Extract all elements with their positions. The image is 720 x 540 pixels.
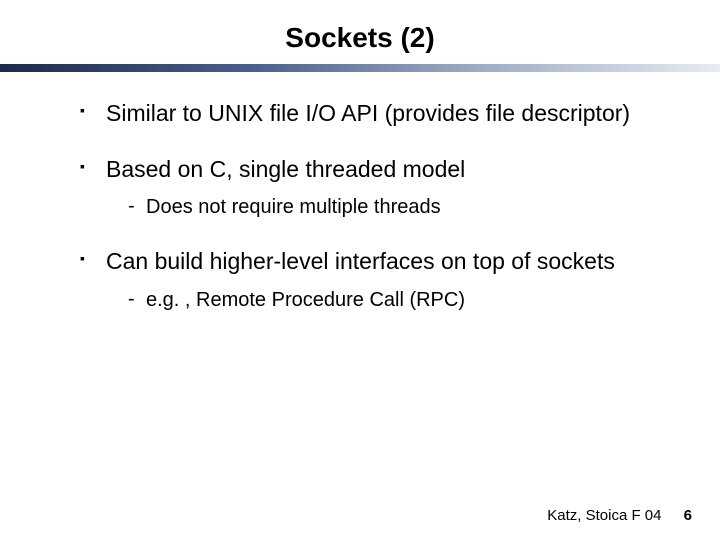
- footer-credit: Katz, Stoica F 04: [547, 507, 661, 524]
- footer: Katz, Stoica F 04 6: [547, 507, 692, 524]
- sub-bullet-item: Does not require multiple threads: [128, 195, 660, 220]
- slide-title: Sockets (2): [0, 22, 720, 54]
- bullet-item: Can build higher-level interfaces on top…: [80, 248, 660, 313]
- bullet-list: Similar to UNIX file I/O API (provides f…: [80, 100, 660, 313]
- bullet-text: Similar to UNIX file I/O API (provides f…: [106, 100, 660, 128]
- bullet-text: Can build higher-level interfaces on top…: [106, 248, 660, 276]
- page-number: 6: [684, 507, 692, 524]
- body: Similar to UNIX file I/O API (provides f…: [0, 72, 720, 313]
- sub-bullet-text: e.g. , Remote Procedure Call (RPC): [146, 289, 465, 311]
- slide: Sockets (2) Similar to UNIX file I/O API…: [0, 0, 720, 540]
- sub-bullet-text: Does not require multiple threads: [146, 196, 441, 218]
- bullet-item: Based on C, single threaded model Does n…: [80, 156, 660, 221]
- title-wrap: Sockets (2): [0, 0, 720, 62]
- bullet-item: Similar to UNIX file I/O API (provides f…: [80, 100, 660, 128]
- sub-bullet-list: e.g. , Remote Procedure Call (RPC): [106, 288, 660, 313]
- divider-bar: [0, 64, 720, 72]
- bullet-text: Based on C, single threaded model: [106, 156, 660, 184]
- sub-bullet-item: e.g. , Remote Procedure Call (RPC): [128, 288, 660, 313]
- sub-bullet-list: Does not require multiple threads: [106, 195, 660, 220]
